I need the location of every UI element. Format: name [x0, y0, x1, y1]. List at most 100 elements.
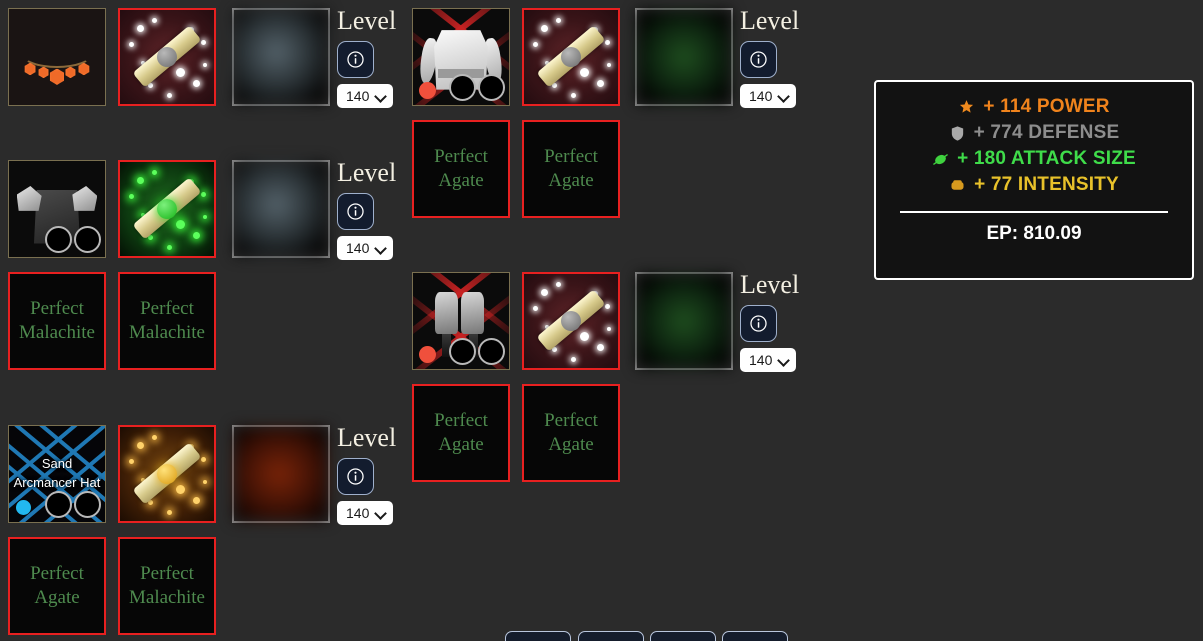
fist-icon: [949, 177, 966, 194]
sparkle: [597, 343, 605, 351]
bottom-button-2[interactable]: [578, 631, 644, 641]
sparkle: [151, 170, 157, 176]
robe-pauldron-right: [72, 185, 98, 211]
socket-slot[interactable]: [45, 491, 72, 518]
sparkle: [200, 457, 206, 463]
sparkle: [202, 62, 207, 67]
scroll-tile-red[interactable]: [118, 8, 216, 106]
preview-thumbnail[interactable]: [635, 272, 733, 370]
sparkle: [167, 92, 172, 98]
info-circle-icon: [347, 203, 364, 220]
level-select[interactable]: 140: [337, 236, 394, 260]
scroll-art-green: [120, 162, 214, 256]
socket-slot[interactable]: [74, 226, 101, 253]
level-select[interactable]: 140: [740, 348, 797, 372]
scroll-tile-gold[interactable]: [118, 425, 216, 523]
item-tile-white-robe[interactable]: [412, 8, 510, 106]
level-select[interactable]: 140: [740, 84, 797, 108]
sparkle: [129, 41, 135, 47]
sparkle: [540, 289, 548, 297]
chevron-down-icon: [376, 243, 386, 253]
shield-icon: [949, 125, 966, 142]
item-tile-sand-arcmancer-hat[interactable]: Sand Arcmancer Hat: [8, 425, 106, 523]
gem-tile[interactable]: Perfect Agate: [522, 384, 620, 482]
bottom-button-4[interactable]: [722, 631, 788, 641]
preview-image: [637, 274, 731, 368]
scroll-art-red: [524, 274, 618, 368]
sparkle: [202, 479, 207, 484]
socket-slot[interactable]: [478, 338, 505, 365]
scroll-tile-red[interactable]: [522, 8, 620, 106]
sparkle: [148, 500, 154, 506]
gem-name: Perfect Malachite: [129, 563, 205, 608]
gem-tile[interactable]: Perfect Malachite: [118, 537, 216, 635]
item-art-necklace: [9, 9, 105, 105]
info-button[interactable]: [740, 305, 777, 342]
level-group: Level 140: [740, 272, 812, 372]
sparkle: [200, 192, 206, 198]
sparkle: [580, 68, 590, 78]
info-button[interactable]: [337, 193, 374, 230]
info-circle-icon: [347, 468, 364, 485]
item-tile-boots[interactable]: [412, 272, 510, 370]
stat-row: + 77 INTENSITY: [949, 174, 1119, 196]
leaf-icon: [932, 151, 949, 168]
sparkle: [606, 326, 611, 331]
element-dot: [419, 82, 436, 99]
stat-row: + 180 ATTACK SIZE: [932, 148, 1136, 170]
preview-thumbnail[interactable]: [232, 425, 330, 523]
preview-thumbnail[interactable]: [635, 8, 733, 106]
bottom-button-1[interactable]: [505, 631, 571, 641]
preview-image: [234, 10, 328, 104]
scroll-art-gold: [120, 427, 214, 521]
info-button[interactable]: [337, 41, 374, 78]
level-select[interactable]: 140: [337, 84, 394, 108]
socket-slot[interactable]: [449, 74, 476, 101]
sparkle: [552, 83, 558, 89]
sparkle: [129, 193, 135, 199]
level-select-value: 140: [346, 240, 370, 256]
element-dot: [16, 500, 31, 515]
bottom-button-3[interactable]: [650, 631, 716, 641]
gem-tile[interactable]: Perfect Malachite: [118, 272, 216, 370]
gem-name: Perfect Agate: [544, 146, 598, 191]
sparkle: [571, 92, 576, 98]
sparkle: [193, 79, 201, 87]
gem-tile[interactable]: Perfect Agate: [412, 384, 510, 482]
socket-slot[interactable]: [45, 226, 72, 253]
sparkle: [193, 496, 201, 504]
stat-row: + 774 DEFENSE: [949, 122, 1120, 144]
stat-text: + 180 ATTACK SIZE: [957, 148, 1136, 169]
item-tile-necklace[interactable]: [8, 8, 106, 106]
level-select-value: 140: [749, 352, 773, 368]
level-label: Level: [740, 6, 800, 35]
chevron-down-icon: [779, 91, 789, 101]
socket-slot[interactable]: [449, 338, 476, 365]
item-tile-dark-robe[interactable]: [8, 160, 106, 258]
info-button[interactable]: [337, 458, 374, 495]
sparkle: [148, 83, 154, 89]
sparkle: [580, 332, 590, 342]
scroll-knot: [561, 311, 581, 331]
gem-tile[interactable]: Perfect Agate: [412, 120, 510, 218]
socket-slot[interactable]: [74, 491, 101, 518]
gem-tile[interactable]: Perfect Agate: [8, 537, 106, 635]
sparkle: [136, 442, 144, 450]
sparkle: [136, 177, 144, 185]
preview-thumbnail[interactable]: [232, 160, 330, 258]
socket-slot[interactable]: [478, 74, 505, 101]
gem-tile[interactable]: Perfect Malachite: [8, 272, 106, 370]
chevron-down-icon: [376, 508, 386, 518]
info-button[interactable]: [740, 41, 777, 78]
necklace-gem: [49, 68, 64, 85]
sparkle: [148, 235, 154, 241]
sparkle: [176, 485, 186, 495]
level-select[interactable]: 140: [337, 501, 394, 525]
gem-tile[interactable]: Perfect Agate: [522, 120, 620, 218]
scroll-tile-green[interactable]: [118, 160, 216, 258]
element-dot: [419, 346, 436, 363]
preview-thumbnail[interactable]: [232, 8, 330, 106]
necklace-gem: [38, 66, 49, 79]
scroll-tile-red[interactable]: [522, 272, 620, 370]
sparkle: [176, 220, 186, 230]
